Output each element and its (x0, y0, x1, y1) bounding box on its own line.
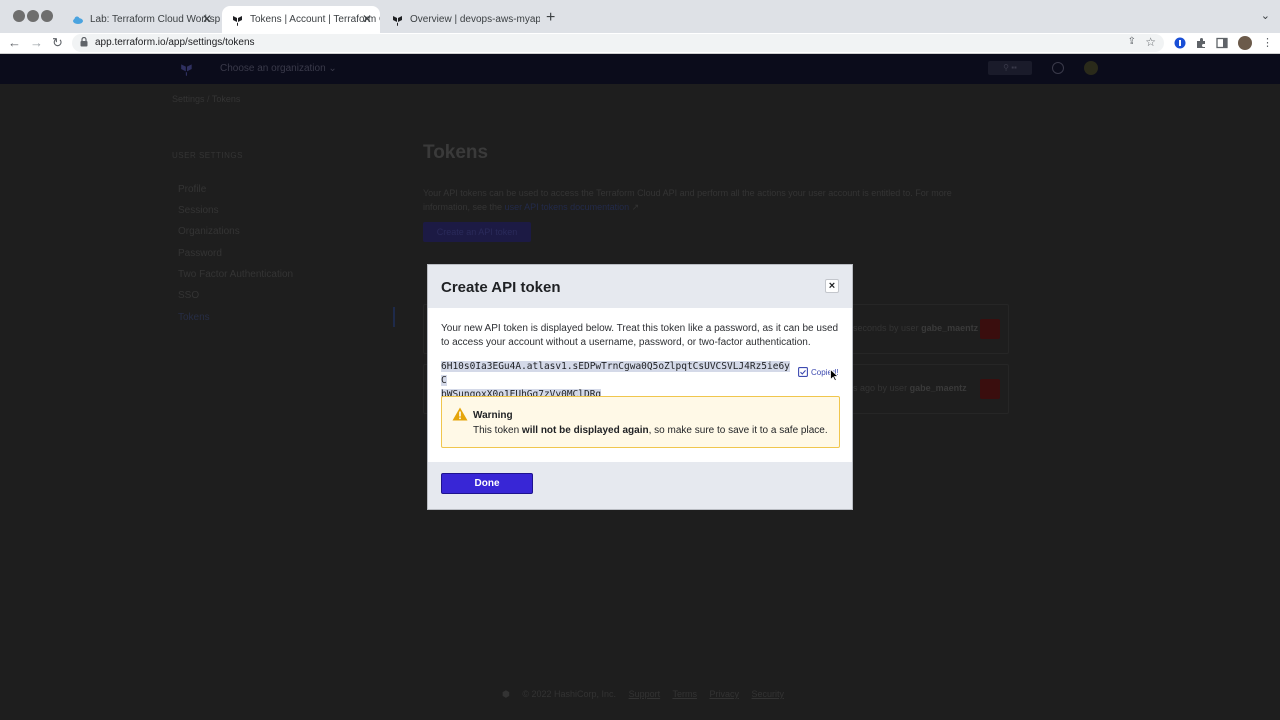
terraform-logo-icon (233, 15, 242, 26)
org-chooser-label: Choose an organization (220, 63, 326, 74)
warning-text-bold: will not be displayed again (521, 425, 649, 436)
page-title: Tokens (423, 142, 489, 163)
modal-footer: Done (428, 462, 852, 509)
tab-title: Lab: Terraform Cloud Workspa (90, 14, 220, 25)
help-icon[interactable] (1052, 62, 1064, 74)
footer: ⬢ © 2022 HashiCorp, Inc. Support Terms P… (502, 689, 794, 700)
browser-tab-2[interactable]: Tokens | Account | Terraform C ✕ (222, 6, 380, 33)
delete-token-button[interactable] (980, 319, 1000, 339)
side-panel-icon[interactable] (1216, 37, 1228, 49)
sidebar-item-sessions[interactable]: Sessions (178, 205, 219, 216)
sidebar-item-profile[interactable]: Profile (178, 184, 206, 195)
browser-tab-1[interactable]: Lab: Terraform Cloud Workspa ✕ (62, 6, 220, 33)
chevron-down-icon[interactable]: ⌄ (1261, 9, 1270, 22)
modal-header: Create API token × (428, 265, 852, 308)
footer-link-support[interactable]: Support (629, 689, 661, 699)
bookmark-star-icon[interactable]: ☆ (1145, 35, 1156, 49)
reload-icon[interactable]: ↻ (52, 35, 63, 51)
share-icon[interactable]: ⇪ (1128, 36, 1136, 47)
address-bar[interactable]: app.terraform.io/app/settings/tokens ⇪ ☆ (72, 34, 1164, 52)
warning-body: This token will not be displayed again, … (473, 425, 828, 436)
window-close-dot[interactable] (13, 10, 25, 22)
url-text: app.terraform.io/app/settings/tokens (95, 37, 255, 48)
warning-title: Warning (473, 410, 513, 421)
done-button[interactable]: Done (441, 473, 533, 494)
token-user: gabe_maentz (909, 383, 967, 393)
back-arrow-icon[interactable]: ← (8, 35, 21, 50)
profile-avatar[interactable] (1238, 36, 1252, 50)
modal-description: Your new API token is displayed below. T… (441, 323, 839, 348)
token-created-meta: seconds by user gabe_maentz (853, 323, 978, 333)
more-menu-icon[interactable]: ⋮ (1262, 36, 1273, 49)
new-tab-icon[interactable]: + (546, 9, 555, 27)
footer-link-security[interactable]: Security (752, 689, 785, 699)
warning-triangle-icon (452, 407, 468, 421)
token-created-meta: s ago by user gabe_maentz (853, 383, 967, 393)
delete-token-button[interactable] (980, 379, 1000, 399)
forward-arrow-icon[interactable]: → (30, 35, 43, 50)
create-api-token-button[interactable]: Create an API token (423, 222, 531, 242)
sidebar-item-tokens[interactable]: Tokens (178, 312, 210, 323)
organization-chooser[interactable]: Choose an organization ⌄ (220, 63, 337, 74)
docs-link[interactable]: user API tokens documentation (505, 202, 630, 212)
cloud-icon (73, 16, 83, 24)
create-token-modal: Create API token × Your new API token is… (427, 264, 853, 510)
close-icon: × (828, 280, 836, 292)
window-minimize-dot[interactable] (27, 10, 39, 22)
token-line-1: 6H10s0Ia3EGu4A.atlasv1.sEDPwTrnCgwa0Q5oZ… (441, 361, 790, 386)
token-user: gabe_maentz (921, 323, 979, 333)
token-by-prefix: by user (877, 383, 908, 393)
tab-title: Overview | devops-aws-myapp (410, 14, 540, 25)
sidebar-item-password[interactable]: Password (178, 248, 222, 259)
header-action-button[interactable]: ⚲ ▪▪ (988, 61, 1032, 75)
browser-toolbar: ← → ↻ app.terraform.io/app/settings/toke… (0, 33, 1280, 54)
lock-icon (80, 37, 88, 47)
footer-link-privacy[interactable]: Privacy (709, 689, 739, 699)
close-tab-icon[interactable]: ✕ (362, 12, 372, 26)
mouse-cursor-icon (830, 369, 839, 381)
breadcrumb: Settings / Tokens (172, 94, 241, 104)
clipboard-check-icon (798, 367, 808, 377)
intro-text: Your API tokens can be used to access th… (423, 188, 952, 212)
sidebar-item-organizations[interactable]: Organizations (178, 226, 240, 237)
password-manager-icon[interactable] (1174, 37, 1186, 49)
token-created: seconds (853, 323, 887, 333)
footer-link-terms[interactable]: Terms (672, 689, 697, 699)
terraform-logo-icon (393, 15, 402, 26)
close-modal-button[interactable]: × (825, 279, 839, 293)
warning-text-before: This token (473, 425, 522, 436)
token-created: s ago (853, 383, 876, 393)
sidebar-item-sso[interactable]: SSO (178, 290, 199, 301)
extensions-puzzle-icon[interactable] (1195, 37, 1207, 49)
close-tab-icon[interactable]: ✕ (202, 12, 212, 26)
user-avatar[interactable] (1084, 61, 1098, 75)
browser-tab-3[interactable]: Overview | devops-aws-myapp (382, 6, 540, 33)
intro-paragraph: Your API tokens can be used to access th… (423, 186, 983, 214)
hashicorp-logo-icon: ⬢ (502, 689, 510, 699)
sidebar-active-indicator (393, 307, 395, 327)
sidebar-item-two-factor[interactable]: Two Factor Authentication (178, 269, 293, 280)
external-link-icon: ↗ (631, 202, 640, 212)
footer-copyright: © 2022 HashiCorp, Inc. (522, 689, 617, 699)
window-zoom-dot[interactable] (41, 10, 53, 22)
warning-text-after: , so make sure to save it to a safe plac… (648, 425, 828, 436)
modal-title: Create API token (441, 279, 561, 296)
terraform-logo-icon[interactable] (180, 62, 194, 76)
browser-tab-bar: Lab: Terraform Cloud Workspa ✕ Tokens | … (0, 0, 1280, 33)
sidebar-heading: USER SETTINGS (172, 151, 243, 160)
warning-callout: Warning This token will not be displayed… (441, 396, 840, 448)
tab-title: Tokens | Account | Terraform C (250, 14, 380, 25)
token-by-prefix: by user (889, 323, 919, 333)
